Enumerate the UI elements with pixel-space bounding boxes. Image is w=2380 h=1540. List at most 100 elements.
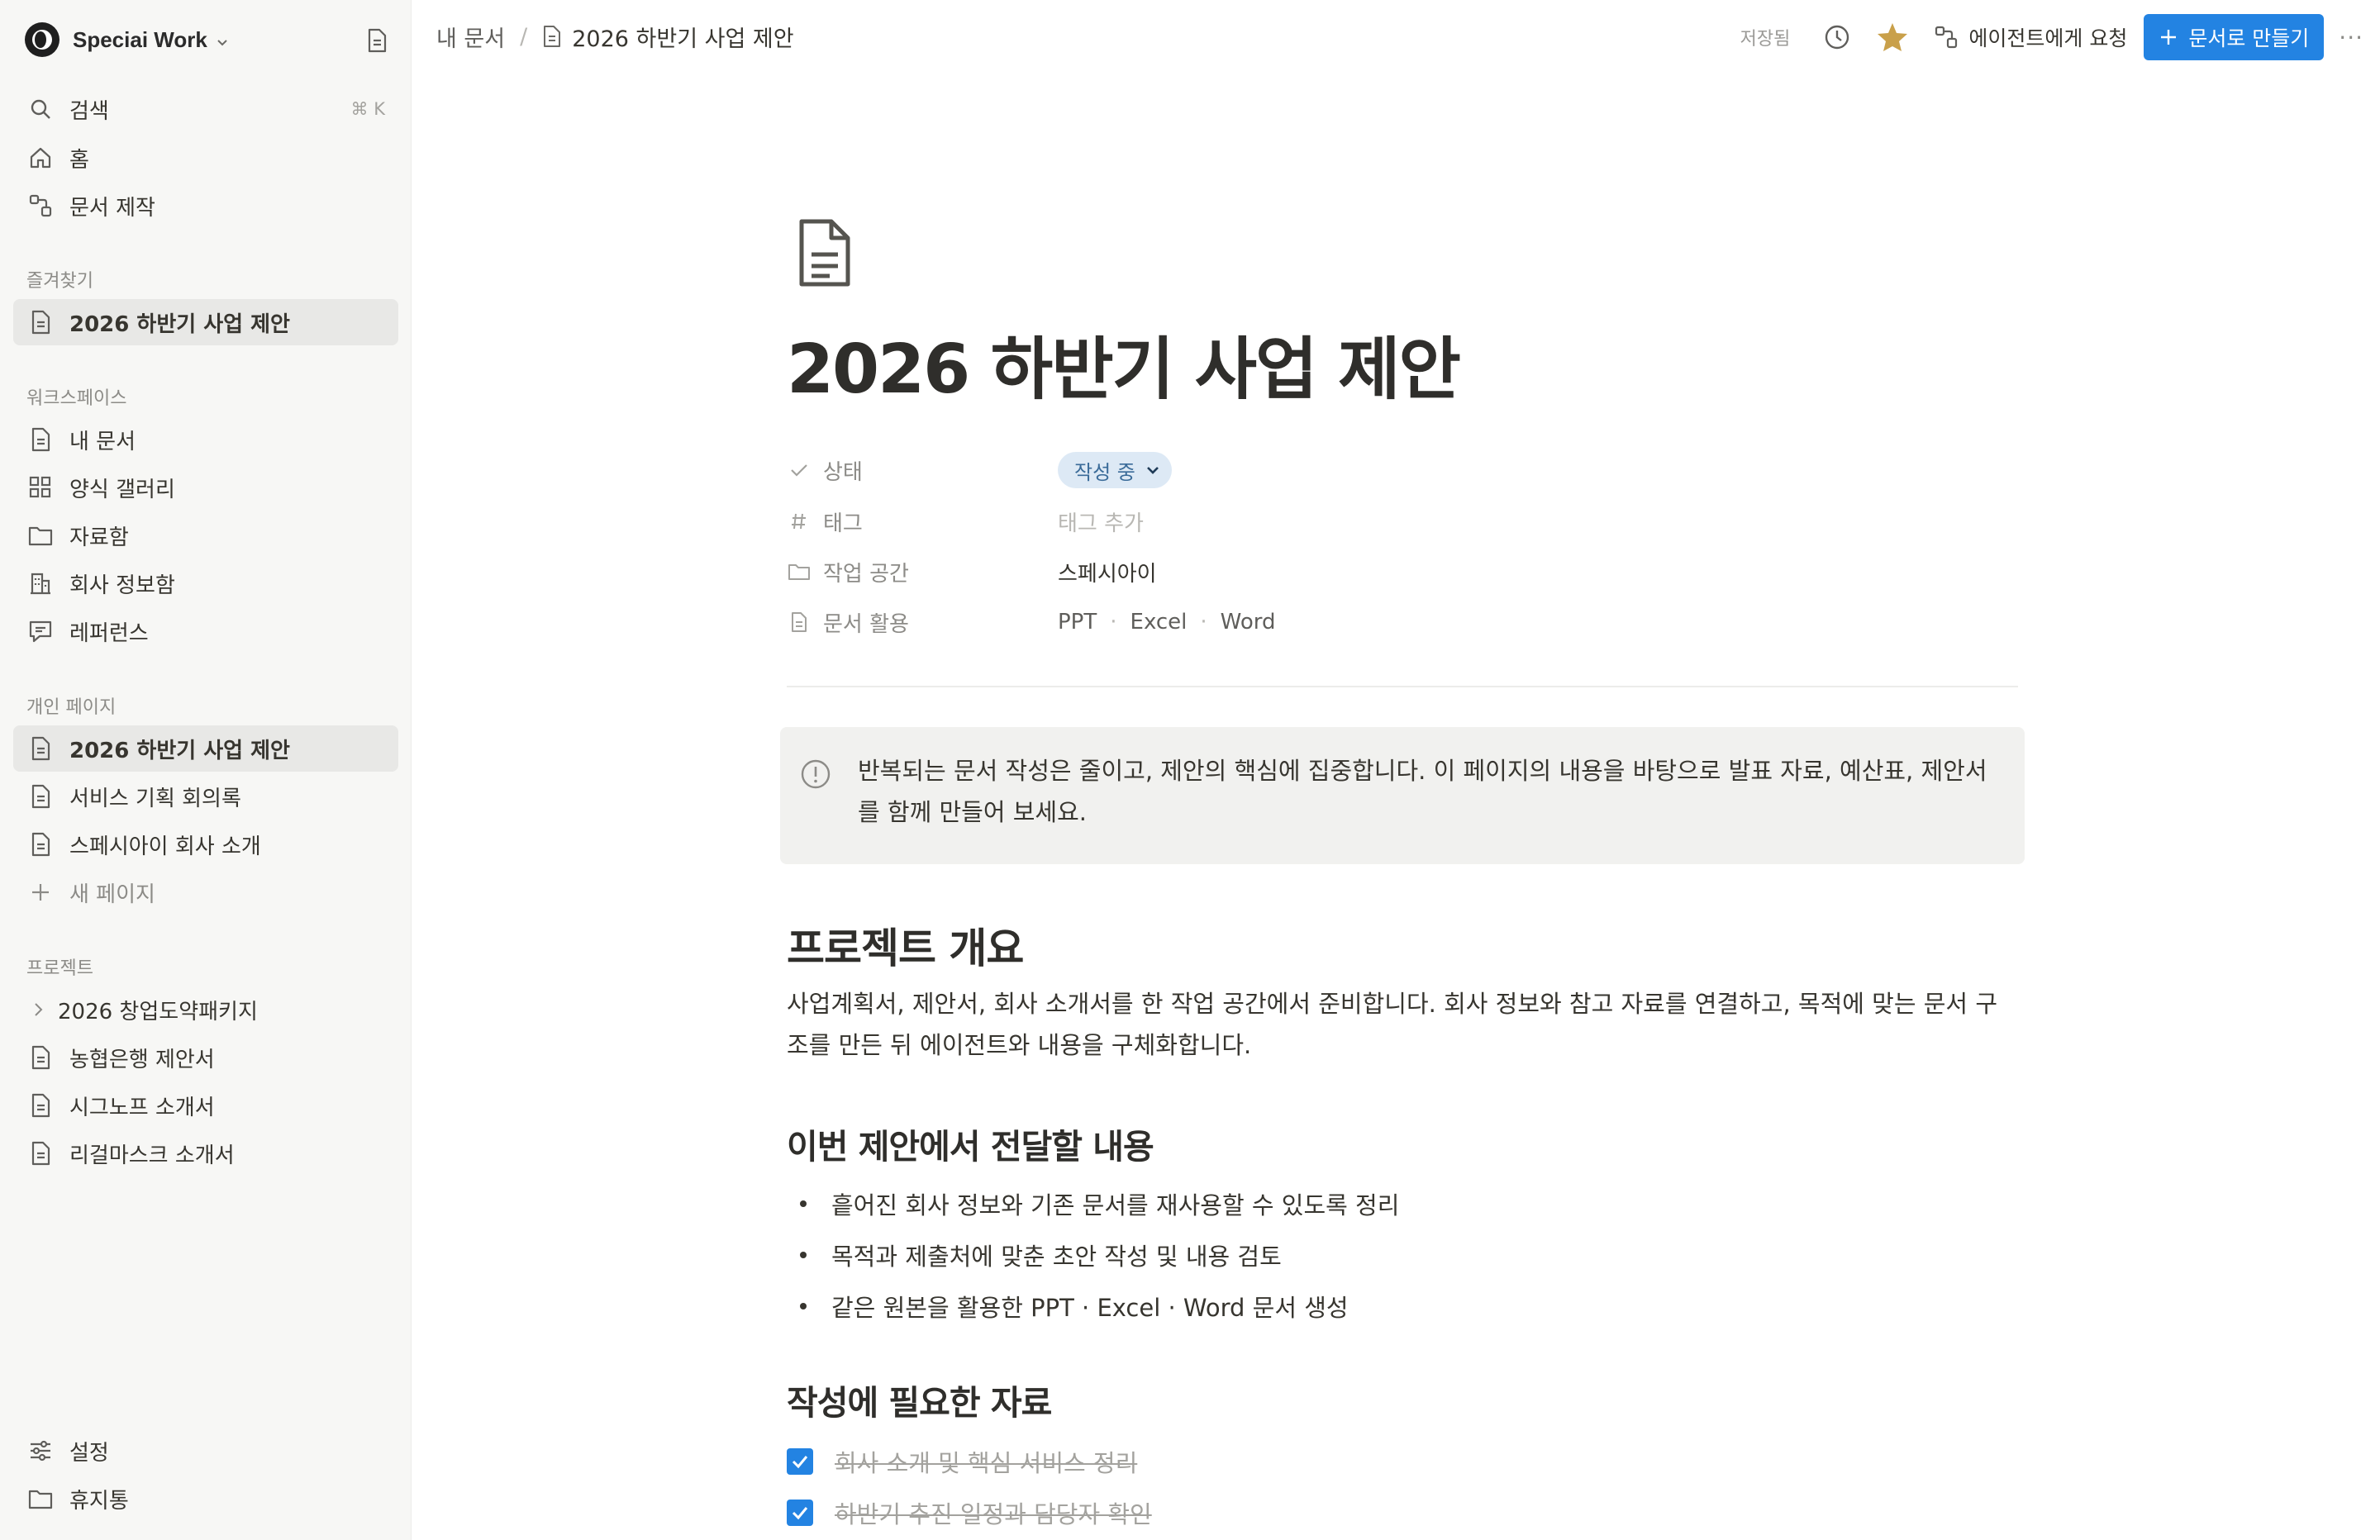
property-name: 태그 [823,511,863,536]
property-name: 작업 공간 [823,561,909,587]
page-title[interactable]: 2026 하반기 사업 제안 [787,314,1461,412]
sidebar-item-label: 새 페이지 [69,882,155,907]
star-icon[interactable] [1876,21,1909,53]
overview-paragraph[interactable]: 사업계획서, 제안서, 회사 소개서를 한 작업 공간에서 준비합니다. 회사 … [787,983,2010,1066]
todo-item: 회사 소개 및 핵심 서비스 정리 [787,1441,1137,1482]
sidebar-item-label: 회사 정보함 [69,573,175,598]
hash-icon [787,511,812,531]
search-icon [26,95,55,123]
todo-checkbox[interactable] [787,1448,813,1475]
list-item[interactable]: 같은 원본을 활용한 PPT · Excel · Word 문서 생성 [787,1286,1349,1327]
add-tag-button[interactable]: 태그 추가 [1058,506,1144,537]
sidebar-item-label: 레퍼런스 [69,620,149,646]
agent-request-button[interactable]: 에이전트에게 요청 [1934,22,2127,52]
sidebar-item-label: 스페시아이 회사 소개 [69,834,261,859]
sidebar-item-references[interactable]: 레퍼런스 [13,608,398,654]
bullet-marker [800,1252,807,1258]
more-options-button[interactable]: ··· [2339,24,2363,51]
history-icon[interactable] [1823,23,1851,51]
usage-word[interactable]: Word [1221,610,1276,635]
folder-icon [26,1485,55,1513]
sidebar-item-personal-proposal[interactable]: 2026 하반기 사업 제안 [13,725,398,772]
workspace-name: Speciai Work [73,26,207,52]
sidebar-item-label: 리걸마스크 소개서 [69,1143,235,1168]
chevron-right-icon[interactable] [30,996,46,1024]
deliver-heading[interactable]: 이번 제안에서 전달할 내용 [787,1119,1154,1168]
todo-label[interactable]: 회사 소개 및 핵심 서비스 정리 [835,1444,1137,1479]
materials-heading[interactable]: 작성에 필요한 자료 [787,1375,1052,1424]
new-page-button[interactable]: 새 페이지 [13,869,398,915]
sidebar-item-label: 홈 [69,147,89,173]
building-icon [26,569,55,597]
topbar-actions: 저장됨 에이전트에게 요청 문서로 만들기 ··· [1740,13,2363,61]
sidebar-item-label: 시그노프 소개서 [69,1095,215,1120]
bullet-marker [800,1200,807,1207]
property-value: PPT · Excel · Word [1058,610,1275,635]
home-icon [26,144,55,172]
personal-section-label: 개인 페이지 [26,697,117,718]
sidebar-item-meeting-notes[interactable]: 서비스 기획 회의록 [13,773,398,820]
property-name: 상태 [823,459,863,485]
list-item-text: 목적과 제출처에 맞춘 초안 작성 및 내용 검토 [831,1243,1282,1271]
property-value[interactable]: 스페시아이 [1058,557,1157,587]
list-item[interactable]: 흩어진 회사 정보와 기존 문서를 재사용할 수 있도록 정리 [787,1183,1399,1224]
sidebar-item-label: 농협은행 제안서 [69,1047,215,1072]
sidebar-item-company-info[interactable]: 회사 정보함 [13,560,398,606]
search-shortcut: ⌘ K [350,99,385,119]
chevron-down-icon [1145,465,1160,475]
document-icon [26,830,55,858]
sidebar-item-project-startup[interactable]: 2026 창업도약패키지 [13,986,398,1033]
document-icon [26,1043,55,1072]
bullet-marker [800,1303,807,1309]
workflow-icon [1934,25,1959,50]
breadcrumb-root[interactable]: 내 문서 [436,21,505,53]
sidebar-item-archive[interactable]: 자료함 [13,512,398,558]
page-document-icon[interactable] [795,218,853,288]
plus-icon [26,878,55,906]
workspace-switcher[interactable]: Speciai Work [25,20,395,59]
property-name: 문서 활용 [823,611,909,637]
breadcrumb-current[interactable]: 2026 하반기 사업 제안 [572,21,793,53]
sidebar-item-favorite-proposal[interactable]: 2026 하반기 사업 제안 [13,299,398,345]
sidebar-item-doc-create[interactable]: 문서 제작 [13,183,398,229]
property-usage: 문서 활용 PPT · Excel · Word [787,601,2026,643]
overview-heading[interactable]: 프로젝트 개요 [787,915,1024,975]
document-icon [542,25,562,48]
properties-divider [787,686,2018,687]
sidebar-item-project-signof[interactable]: 시그노프 소개서 [13,1082,398,1129]
folder-icon [787,562,812,582]
sidebar-item-template-gallery[interactable]: 양식 갤러리 [13,464,398,511]
property-space: 작업 공간 스페시아이 [787,551,2026,592]
sidebar-item-company-intro[interactable]: 스페시아이 회사 소개 [13,821,398,867]
check-icon [787,462,812,478]
usage-excel[interactable]: Excel [1130,610,1188,635]
sidebar-item-search[interactable]: 검색 ⌘ K [13,86,398,132]
workflow-icon [26,192,55,220]
sidebar-item-project-legalmask[interactable]: 리걸마스크 소개서 [13,1130,398,1176]
new-document-icon[interactable] [365,28,388,53]
sidebar-item-settings[interactable]: 설정 [13,1428,398,1474]
plus-icon [2159,27,2178,47]
sidebar-item-home[interactable]: 홈 [13,135,398,181]
sidebar-item-trash[interactable]: 휴지통 [13,1476,398,1522]
workspace-section-label: 워크스페이스 [26,388,127,409]
sidebar-item-project-nh[interactable]: 농협은행 제안서 [13,1034,398,1081]
document-icon [26,734,55,763]
todo-checkbox[interactable] [787,1500,813,1526]
topbar: 내 문서 / 2026 하반기 사업 제안 저장됨 에이전트에게 요청 문서로 … [412,0,2380,73]
document-icon [26,425,55,454]
usage-ppt[interactable]: PPT [1058,610,1097,635]
sidebar-item-my-docs[interactable]: 내 문서 [13,416,398,463]
callout-block[interactable]: 반복되는 문서 작성은 줄이고, 제안의 핵심에 집중합니다. 이 페이지의 내… [780,727,2025,864]
sidebar-item-label: 문서 제작 [69,195,155,221]
todo-item: 하반기 추진 일정과 담당자 확인 [787,1492,1152,1533]
list-item[interactable]: 목적과 제출처에 맞춘 초안 작성 및 내용 검토 [787,1234,1282,1276]
sidebar-item-label: 설정 [69,1440,109,1466]
make-document-button[interactable]: 문서로 만들기 [2144,14,2325,60]
workspace-logo [25,22,60,57]
todo-label[interactable]: 하반기 추진 일정과 담당자 확인 [835,1495,1152,1530]
status-select[interactable]: 작성 중 [1058,452,1172,488]
projects-section-label: 프로젝트 [26,958,93,979]
sidebar-item-label: 서비스 기획 회의록 [69,786,241,811]
folder-icon [26,521,55,549]
